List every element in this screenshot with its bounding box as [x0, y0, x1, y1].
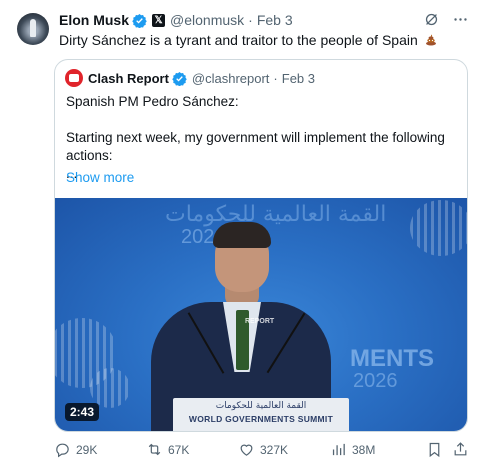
quote-author-avatar — [65, 69, 83, 87]
backdrop-arabic-text: القمة العالمية للحكومات — [165, 202, 387, 227]
author-handle[interactable]: @elonmusk — [170, 12, 244, 28]
show-more-link[interactable]: Show more — [66, 170, 134, 185]
share-button[interactable] — [452, 441, 474, 458]
bookmark-icon — [429, 442, 440, 458]
reply-count: 29K — [76, 442, 98, 457]
quote-header: Clash Report @clashreport · Feb 3 — [65, 69, 315, 87]
view-count: 38M — [352, 442, 376, 457]
podium-english-text: WORLD GOVERNMENTS SUMMIT — [188, 414, 334, 424]
repost-count: 67K — [168, 442, 190, 457]
podium-arabic-text: القمة العالمية للحكومات — [215, 401, 307, 411]
separator-dot: · — [273, 70, 278, 86]
separator-dot: · — [248, 12, 253, 28]
post-text: Dirty Sánchez is a tyrant and traitor to… — [59, 31, 437, 49]
repost-icon — [148, 443, 161, 456]
grok-icon[interactable] — [423, 11, 440, 28]
video-player[interactable]: القمة العالمية للحكومات 2026 MENTS 2026 … — [55, 198, 467, 431]
podium: القمة العالمية للحكومات WORLD GOVERNMENT… — [173, 398, 349, 431]
analytics-icon — [332, 443, 345, 456]
bookmark-button[interactable] — [426, 441, 448, 458]
share-icon — [454, 442, 467, 456]
verified-icon — [172, 71, 187, 86]
pile-of-poo-icon — [425, 34, 436, 46]
verified-icon — [132, 13, 147, 28]
backdrop-year-right: 2026 — [353, 370, 398, 392]
post-top-actions — [423, 11, 469, 28]
quote-author-name: Clash Report — [88, 70, 169, 86]
post-actions: 29K 67K 327K 38M — [54, 441, 467, 461]
more-options-icon[interactable] — [452, 11, 469, 28]
post-date[interactable]: Feb 3 — [257, 12, 293, 28]
reply-button[interactable]: 29K — [54, 441, 97, 458]
backdrop-pattern — [90, 368, 130, 408]
post-header: Elon Musk 𝕏 @elonmusk · Feb 3 — [59, 11, 293, 29]
like-button[interactable]: 327K — [238, 441, 288, 458]
repost-button[interactable]: 67K — [146, 441, 189, 458]
video-watermark: REPORT — [245, 318, 275, 325]
speaker-hair — [213, 222, 271, 248]
views-button[interactable]: 38M — [330, 441, 375, 458]
author-name[interactable]: Elon Musk — [59, 12, 129, 28]
backdrop-pattern — [410, 200, 467, 256]
like-count: 327K — [260, 442, 289, 457]
quote-author-handle: @clashreport — [191, 70, 270, 86]
quote-date: Feb 3 — [281, 70, 316, 86]
video-duration: 2:43 — [65, 403, 100, 421]
quoted-post[interactable]: Clash Report @clashreport · Feb 3 Spanis… — [54, 59, 468, 432]
post-text-content: Dirty Sánchez is a tyrant and traitor to… — [59, 32, 418, 48]
author-avatar[interactable] — [17, 13, 49, 45]
x-affiliate-badge[interactable]: 𝕏 — [152, 13, 166, 27]
heart-icon — [240, 444, 253, 456]
reply-icon — [56, 443, 69, 458]
backdrop-summit-text: MENTS — [350, 345, 434, 372]
post[interactable]: Elon Musk 𝕏 @elonmusk · Feb 3 Dirty Sánc… — [0, 0, 483, 469]
